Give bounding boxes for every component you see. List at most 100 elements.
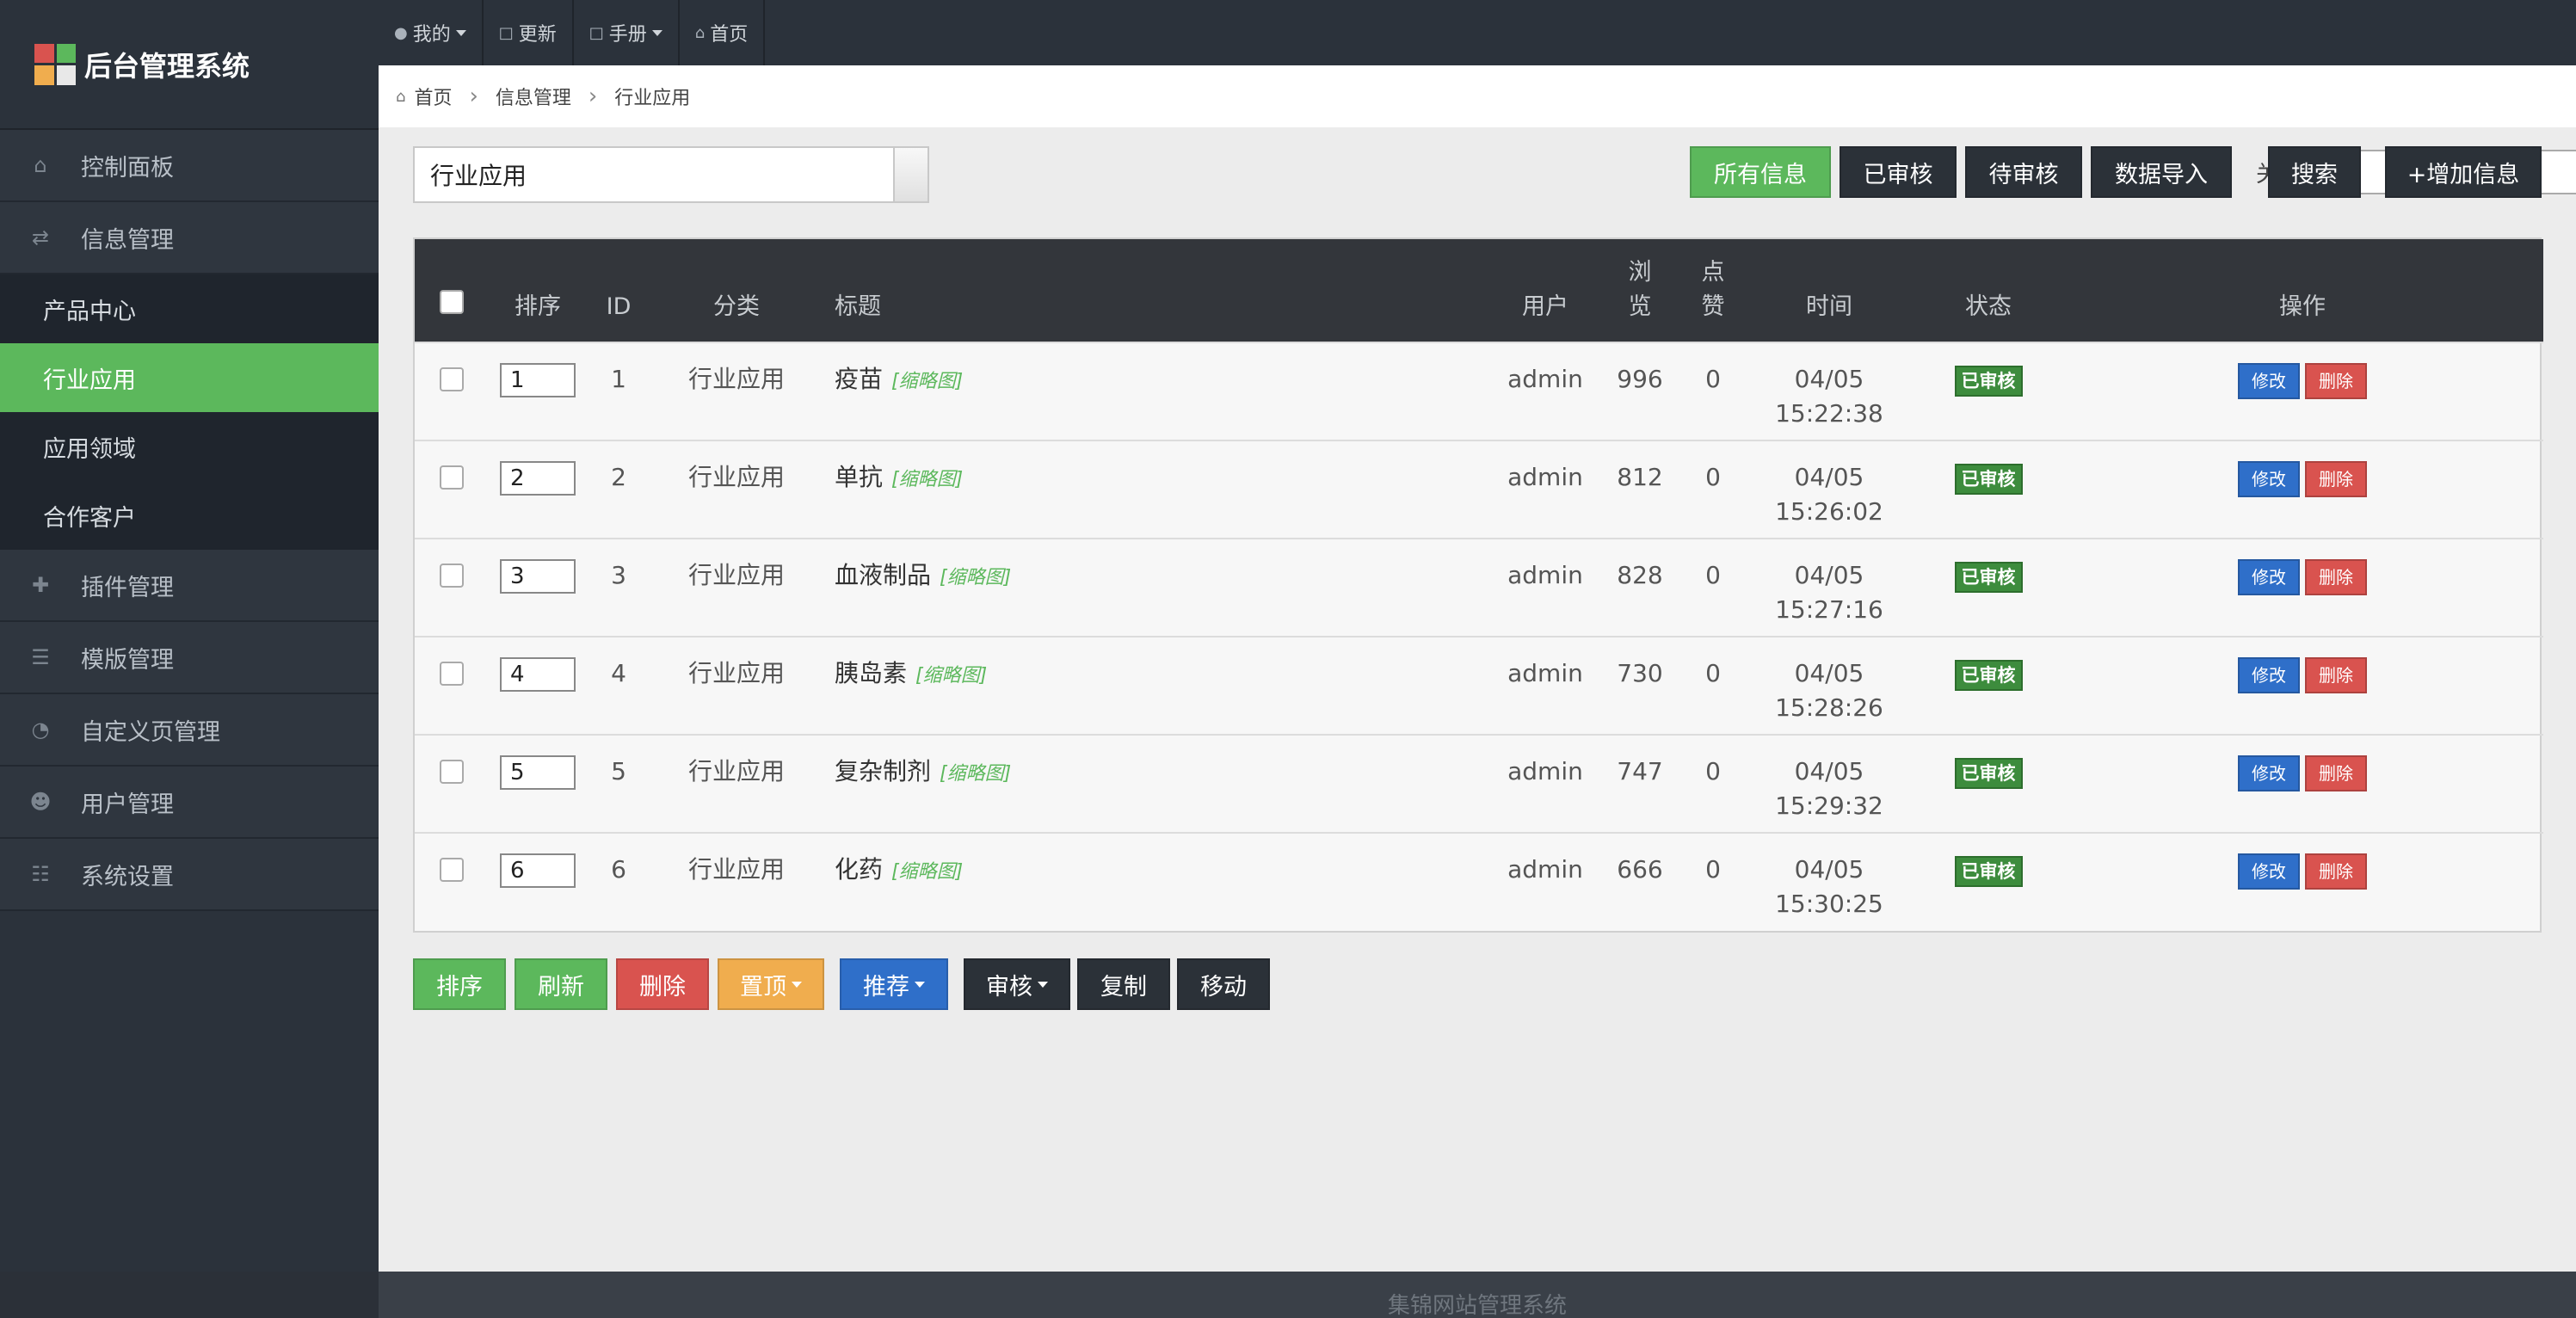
- bulk-move-button[interactable]: 移动: [1177, 958, 1270, 1010]
- pending-filter-button[interactable]: 待审核: [1965, 146, 2082, 198]
- sidebar-item-info-management[interactable]: ⇄ 信息管理: [0, 202, 379, 274]
- title-link[interactable]: 化药: [835, 855, 883, 884]
- cell-clock: 15:27:16: [1775, 595, 1883, 624]
- thumbnail-link[interactable]: [缩略图]: [891, 861, 963, 883]
- edit-button[interactable]: 修改: [2238, 853, 2300, 890]
- cell-views: 666: [1617, 855, 1663, 884]
- row-checkbox[interactable]: [440, 858, 464, 882]
- cell-category: 行业应用: [687, 463, 785, 491]
- sidebar-item-settings[interactable]: ☷ 系统设置: [0, 839, 379, 911]
- breadcrumb-home[interactable]: 首页: [414, 83, 452, 110]
- title-link[interactable]: 血液制品: [835, 561, 931, 589]
- chevron-right-icon: ›: [469, 83, 478, 109]
- add-info-button[interactable]: +增加信息: [2385, 146, 2542, 198]
- data-import-button[interactable]: 数据导入: [2091, 146, 2232, 198]
- sidebar-item-label: 控制面板: [81, 154, 174, 182]
- cell-title: 化药 [缩略图]: [823, 833, 1494, 931]
- bulk-sort-button[interactable]: 排序: [413, 958, 506, 1010]
- sidebar-item-label: 用户管理: [81, 791, 174, 818]
- sort-order-input[interactable]: 4: [500, 657, 576, 692]
- search-button[interactable]: 搜索: [2268, 146, 2361, 198]
- delete-button[interactable]: 删除: [2305, 853, 2367, 890]
- sidebar-item-templates[interactable]: ☰ 模版管理: [0, 622, 379, 694]
- cell-time: 04/05 15:30:25: [1743, 833, 1915, 931]
- sidebar-subitem-app-fields[interactable]: 应用领域: [0, 412, 379, 481]
- bulk-recommend-dropdown[interactable]: 推荐: [840, 958, 948, 1010]
- table-row: 3 3 行业应用 血液制品 [缩略图] admin 828 0 04/05 15:27:16 已审核…: [415, 539, 2543, 637]
- delete-button[interactable]: 删除: [2305, 559, 2367, 595]
- bulk-delete-button[interactable]: 删除: [616, 958, 709, 1010]
- status-badge[interactable]: 已审核: [1954, 562, 2023, 593]
- sidebar-item-dashboard[interactable]: ⌂ 控制面板: [0, 130, 379, 202]
- sidebar-item-users[interactable]: ☻ 用户管理: [0, 767, 379, 839]
- sort-order-input[interactable]: 6: [500, 853, 576, 888]
- category-select[interactable]: 行业应用: [413, 146, 929, 203]
- sort-order-input[interactable]: 2: [500, 461, 576, 496]
- thumbnail-link[interactable]: [缩略图]: [940, 763, 1011, 785]
- header-likes: 点赞: [1701, 259, 1725, 320]
- thumbnail-link[interactable]: [缩略图]: [940, 567, 1011, 588]
- sort-order-input[interactable]: 3: [500, 559, 576, 594]
- status-badge[interactable]: 已审核: [1954, 660, 2023, 691]
- cell-date: 04/05: [1794, 757, 1864, 785]
- top-nav-my[interactable]: ● 我的: [379, 0, 484, 65]
- select-arrow-icon[interactable]: [893, 148, 927, 201]
- sidebar-subitem-industry-apps[interactable]: 行业应用: [0, 343, 379, 412]
- row-checkbox[interactable]: [440, 367, 464, 391]
- reviewed-filter-button[interactable]: 已审核: [1840, 146, 1957, 198]
- title-link[interactable]: 复杂制剂: [835, 757, 931, 785]
- edit-button[interactable]: 修改: [2238, 461, 2300, 497]
- sidebar-item-plugins[interactable]: ✚ 插件管理: [0, 550, 379, 622]
- cell-title: 复杂制剂 [缩略图]: [823, 735, 1494, 833]
- title-link[interactable]: 胰岛素: [835, 659, 907, 687]
- app-logo[interactable]: 后台管理系统: [0, 0, 379, 130]
- row-checkbox[interactable]: [440, 662, 464, 686]
- row-checkbox[interactable]: [440, 465, 464, 490]
- delete-button[interactable]: 删除: [2305, 657, 2367, 693]
- cell-clock: 15:26:02: [1775, 497, 1883, 526]
- delete-button[interactable]: 删除: [2305, 363, 2367, 399]
- top-nav-home[interactable]: ⌂ 首页: [680, 0, 766, 65]
- delete-button[interactable]: 删除: [2305, 461, 2367, 497]
- sidebar-subitem-products[interactable]: 产品中心: [0, 274, 379, 343]
- bulk-top-dropdown[interactable]: 置顶: [718, 958, 824, 1010]
- header-id: ID: [606, 293, 632, 320]
- bulk-refresh-button[interactable]: 刷新: [515, 958, 607, 1010]
- title-link[interactable]: 单抗: [835, 463, 883, 491]
- top-nav-update[interactable]: □ 更新: [484, 0, 574, 65]
- status-badge[interactable]: 已审核: [1954, 366, 2023, 397]
- sidebar-subitem-partners[interactable]: 合作客户: [0, 481, 379, 550]
- delete-button[interactable]: 删除: [2305, 755, 2367, 791]
- thumbnail-link[interactable]: [缩略图]: [891, 371, 963, 392]
- sort-order-input[interactable]: 5: [500, 755, 576, 790]
- status-badge[interactable]: 已审核: [1954, 464, 2023, 495]
- table-row: 4 4 行业应用 胰岛素 [缩略图] admin 730 0 04/05 15:28:26 已审核 修…: [415, 637, 2543, 735]
- sidebar-item-custom-pages[interactable]: ◔ 自定义页管理: [0, 694, 379, 767]
- all-info-button[interactable]: 所有信息: [1690, 146, 1831, 198]
- thumbnail-link[interactable]: [缩略图]: [891, 469, 963, 490]
- select-all-checkbox[interactable]: [440, 290, 464, 314]
- cell-title: 疫苗 [缩略图]: [823, 342, 1494, 440]
- cell-id: 2: [611, 463, 626, 491]
- bulk-top-label: 置顶: [740, 973, 786, 1001]
- sort-order-input[interactable]: 1: [500, 363, 576, 397]
- status-badge[interactable]: 已审核: [1954, 758, 2023, 789]
- top-nav-manual[interactable]: □ 手册: [574, 0, 680, 65]
- bulk-review-dropdown[interactable]: 审核: [964, 958, 1070, 1010]
- edit-button[interactable]: 修改: [2238, 755, 2300, 791]
- title-link[interactable]: 疫苗: [835, 365, 883, 393]
- row-checkbox[interactable]: [440, 564, 464, 588]
- edit-button[interactable]: 修改: [2238, 363, 2300, 399]
- edit-button[interactable]: 修改: [2238, 657, 2300, 693]
- status-badge[interactable]: 已审核: [1954, 856, 2023, 887]
- cell-time: 04/05 15:28:26: [1743, 637, 1915, 735]
- footer: 集锦网站管理系统: [379, 1272, 2576, 1318]
- cell-date: 04/05: [1794, 365, 1864, 393]
- thumbnail-link[interactable]: [缩略图]: [915, 665, 987, 687]
- user-icon: ●: [394, 23, 408, 42]
- top-nav: ● 我的 □ 更新 □ 手册 ⌂ 首页: [379, 0, 2576, 65]
- edit-button[interactable]: 修改: [2238, 559, 2300, 595]
- bulk-copy-button[interactable]: 复制: [1077, 958, 1170, 1010]
- row-checkbox[interactable]: [440, 760, 464, 784]
- breadcrumb-info-management[interactable]: 信息管理: [496, 83, 571, 110]
